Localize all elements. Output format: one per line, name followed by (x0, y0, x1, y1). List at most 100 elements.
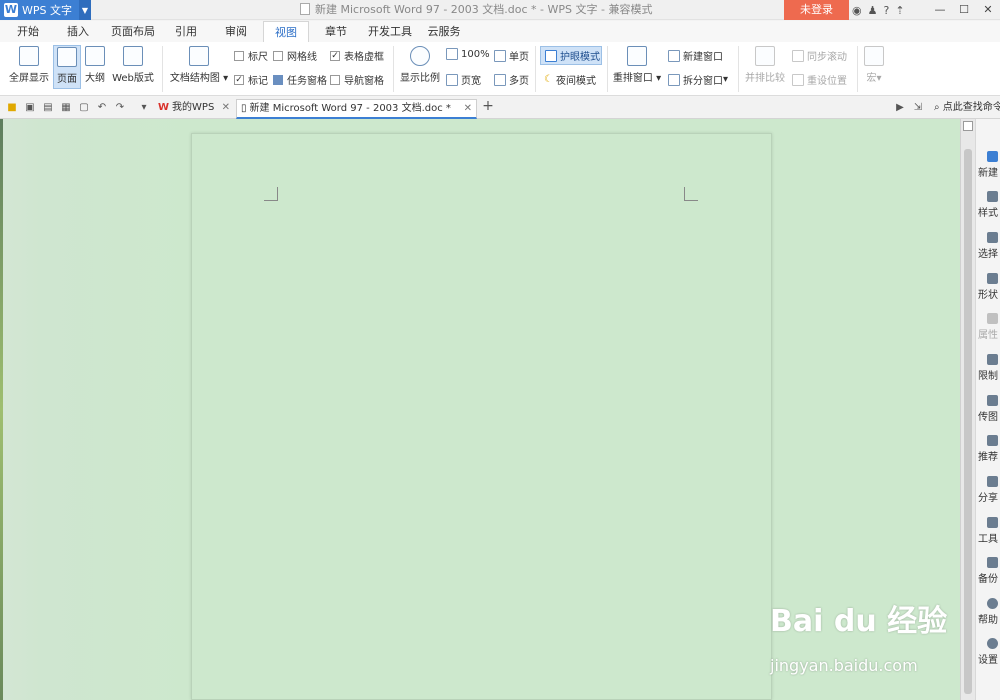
undo-icon[interactable]: ↶ (96, 102, 108, 114)
outline-view-button[interactable]: 大纲 (82, 46, 108, 84)
web-view-button[interactable]: Web版式 (110, 46, 156, 84)
zoom-button[interactable]: 显示比例 (398, 46, 442, 84)
quick-access-bar: ■ ▣ ▤ ▦ ▢ ↶ ↷ ▾ W 我的WPS ✕ ▯ 新建 Microsoft W… (0, 97, 1000, 119)
close-tab-icon[interactable]: ✕ (222, 99, 230, 117)
baidu-watermark-url: jingyan.baidu.com (770, 656, 918, 675)
margin-corner-mark (684, 187, 698, 201)
maximize-icon[interactable]: ☐ (952, 0, 976, 20)
open-folder-icon[interactable]: ■ (6, 102, 18, 114)
arrange-windows-button[interactable]: 重排窗口 ▾ (612, 46, 662, 84)
share-icon[interactable]: ⇲ (912, 102, 924, 114)
document-page[interactable] (191, 133, 772, 700)
new-window-icon (668, 49, 680, 62)
doc-tab-my-wps[interactable]: W 我的WPS ✕ (154, 99, 234, 119)
side-item-help[interactable]: 帮助 (978, 598, 1000, 626)
arrange-windows-icon (627, 46, 647, 66)
side-item-style[interactable]: 样式 (978, 191, 1000, 219)
zoom-100-icon (446, 48, 458, 60)
print-icon[interactable]: ▦ (60, 102, 72, 114)
tab-review[interactable]: 审阅 (214, 21, 258, 42)
reset-position-button[interactable]: 重设位置 (792, 72, 847, 87)
menu-tabs: 开始 插入 页面布局 引用 审阅 视图 章节 开发工具 云服务 (0, 21, 1000, 42)
minimize-ribbon-icon[interactable]: ⇡ (895, 4, 904, 17)
split-window-button[interactable]: 拆分窗口 ▾ (668, 72, 728, 87)
wps-logo-icon: W (4, 3, 18, 17)
doc-info-icon[interactable]: ▶ (894, 102, 906, 114)
side-item-restrict[interactable]: 限制 (978, 354, 1000, 382)
side-item-recommend[interactable]: 推荐 (978, 435, 1000, 463)
side-item-new[interactable]: 新建 (978, 151, 1000, 179)
checkbox-icon (273, 50, 283, 61)
skin-icon[interactable]: ◉ (852, 4, 862, 17)
close-tab-icon[interactable]: ✕ (464, 100, 472, 118)
desktop-edge (0, 119, 3, 700)
baidu-watermark: Bai du 经验 (770, 604, 948, 639)
nav-pane-checkbox[interactable]: 导航窗格 (330, 72, 384, 87)
macro-button[interactable]: 宏▾ (862, 46, 886, 84)
divider (607, 46, 608, 92)
divider (738, 46, 739, 92)
zoom-100-button[interactable]: 100% (446, 48, 490, 60)
login-button[interactable]: 未登录 (784, 0, 849, 20)
multi-page-icon (494, 73, 506, 86)
sync-scroll-button[interactable]: 同步滚动 (792, 48, 847, 63)
side-item-shape[interactable]: 形状 (978, 273, 1000, 301)
single-page-button[interactable]: 单页 (494, 48, 529, 63)
side-by-side-icon (755, 46, 775, 66)
help-icon[interactable]: ? (883, 4, 889, 17)
print-preview-icon[interactable]: ▢ (78, 102, 90, 114)
doc-structure-button[interactable]: 文档结构图 ▾ (168, 46, 230, 84)
eye-protection-mode-button[interactable]: 护眼模式 (540, 46, 602, 65)
save-icon[interactable]: ▣ (24, 102, 36, 114)
export-pdf-icon[interactable]: ▤ (42, 102, 54, 114)
task-pane-checkbox[interactable]: 任务窗格 (273, 72, 327, 87)
shirt-icon[interactable]: ♟ (868, 4, 878, 17)
tab-page-layout[interactable]: 页面布局 (106, 21, 160, 42)
page-view-button[interactable]: 页面 (53, 45, 81, 89)
tab-developer[interactable]: 开发工具 (362, 21, 418, 42)
image-icon (987, 395, 998, 406)
new-window-button[interactable]: 新建窗口 (668, 48, 723, 63)
fullscreen-button[interactable]: 全屏显示 (6, 46, 52, 84)
split-handle-icon[interactable] (963, 121, 973, 131)
side-item-select[interactable]: 选择 (978, 232, 1000, 260)
tab-insert[interactable]: 插入 (56, 21, 100, 42)
redo-icon[interactable]: ↷ (114, 102, 126, 114)
close-icon[interactable]: ✕ (976, 0, 1000, 20)
add-tab-icon[interactable]: + (482, 99, 494, 113)
tab-cloud[interactable]: 云服务 (422, 21, 466, 42)
ruler-checkbox[interactable]: 标尺 (234, 48, 268, 63)
properties-icon (987, 313, 998, 324)
vertical-scrollbar[interactable] (960, 119, 975, 700)
scrollbar-thumb[interactable] (964, 149, 972, 694)
side-item-settings[interactable]: 设置 (978, 638, 1000, 666)
table-gridlines-checkbox[interactable]: ✓ 表格虚框 (330, 48, 384, 63)
side-item-properties[interactable]: 属性 (978, 313, 1000, 341)
minimize-icon[interactable]: — (928, 0, 952, 20)
side-item-backup[interactable]: 备份 (978, 557, 1000, 585)
doc-tab-active[interactable]: ▯ 新建 Microsoft Word 97 - 2003 文档.doc * ✕ (236, 99, 477, 119)
side-item-tools[interactable]: 工具 (978, 517, 1000, 545)
command-search[interactable]: ⌕ 点此查找命令 (934, 97, 1000, 119)
page-icon (57, 47, 77, 67)
single-page-icon (494, 49, 506, 62)
side-item-upload-image[interactable]: 传图 (978, 395, 1000, 423)
markup-checkbox[interactable]: ✓ 标记 (234, 72, 268, 87)
night-mode-button[interactable]: ☾ 夜间模式 (544, 72, 596, 87)
tab-home[interactable]: 开始 (6, 21, 50, 42)
recommend-icon (987, 435, 998, 446)
app-menu-button[interactable]: W WPS 文字 ▼ (0, 0, 91, 20)
customize-dropdown-icon[interactable]: ▾ (138, 102, 150, 114)
tab-chapter[interactable]: 章节 (314, 21, 358, 42)
tab-view[interactable]: 视图 (263, 21, 309, 42)
fullscreen-icon (19, 46, 39, 66)
document-icon (300, 3, 310, 15)
multi-page-button[interactable]: 多页 (494, 72, 529, 87)
side-item-share[interactable]: 分享 (978, 476, 1000, 504)
tab-references[interactable]: 引用 (164, 21, 208, 42)
chevron-down-icon[interactable]: ▼ (79, 0, 91, 20)
checkbox-checked-icon: ✓ (234, 74, 244, 85)
gridlines-checkbox[interactable]: 网格线 (273, 48, 317, 63)
side-by-side-button[interactable]: 并排比较 (744, 46, 786, 84)
page-width-button[interactable]: 页宽 (446, 72, 481, 87)
